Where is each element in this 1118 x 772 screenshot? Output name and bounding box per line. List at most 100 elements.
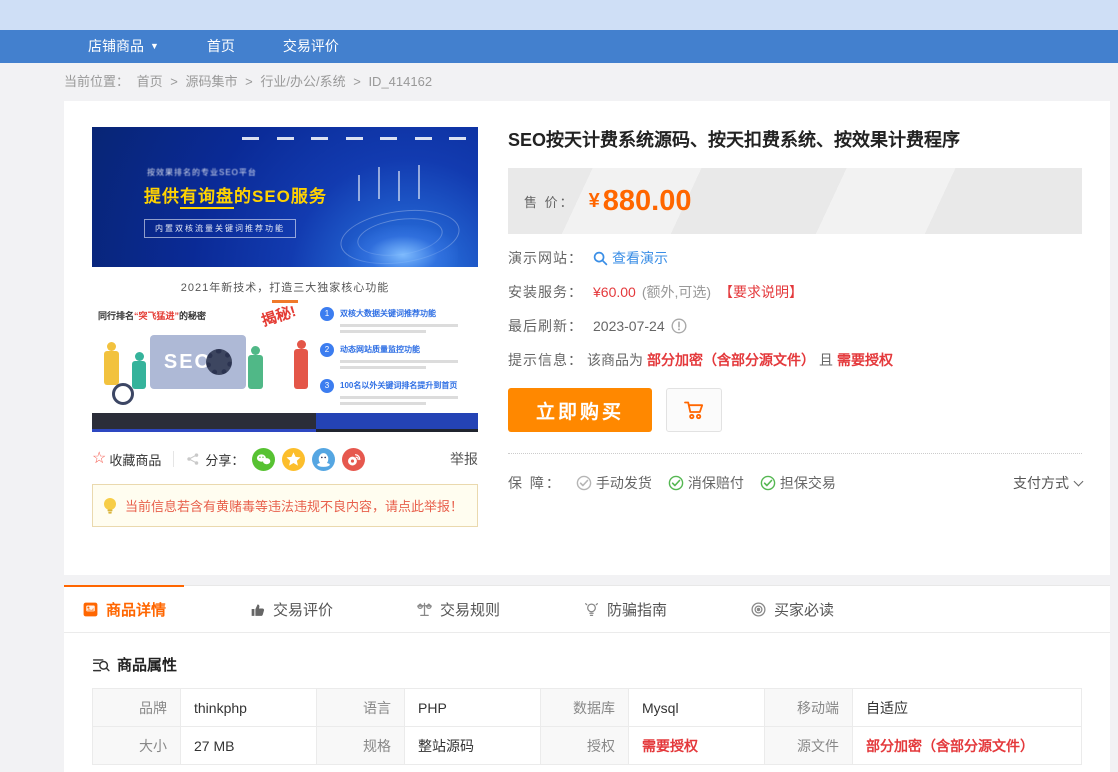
tab-trade-rules[interactable]: 交易规则: [398, 585, 518, 632]
wechat-share-icon[interactable]: [252, 448, 275, 471]
weibo-share-icon[interactable]: [342, 448, 365, 471]
banner-vertical-bar: [398, 171, 400, 201]
dotted-divider: [508, 453, 1082, 454]
attributes-table: 品牌 thinkphp 语言 PHP 数据库 Mysql 移动端 自适应 大小 …: [92, 688, 1082, 765]
guarantee-row: 保 障： 手动发货 消保赔付 担保交易 支付方式: [508, 473, 1082, 493]
table-row: 大小 27 MB 规格 整站源码 授权 需要授权 源文件 部分加密（含部分源文件…: [93, 727, 1082, 765]
product-image[interactable]: 按效果排名的专业SEO平台 提供有询盘的SEO服务 内置双核流量关键词推荐功能 …: [92, 127, 478, 432]
feature-number-badge: 1: [320, 307, 334, 321]
view-demo-link[interactable]: 查看演示: [593, 248, 668, 268]
breadcrumb-market[interactable]: 源码集市: [186, 74, 238, 89]
breadcrumb-separator: >: [353, 74, 361, 89]
banner-mini-nav: [242, 137, 466, 140]
banner-feature-list: 1 双核大数据关键词推荐功能 2 动态网站质量监控功能 3 100名以外关键词排…: [320, 307, 470, 415]
notice-authorization-badge: 需要授权: [837, 350, 893, 370]
price-label: 售 价：: [524, 192, 575, 211]
payment-methods-toggle[interactable]: 支付方式: [1013, 473, 1082, 493]
breadcrumb-category[interactable]: 行业/办公/系统: [260, 74, 345, 89]
breadcrumb-separator: >: [170, 74, 178, 89]
attr-label-mobile: 移动端: [765, 689, 853, 727]
magnifier-icon: [593, 251, 608, 266]
refresh-date: 2023-07-24: [593, 318, 665, 334]
favorite-button[interactable]: ☆ 收藏商品: [92, 450, 161, 469]
guarantee-consumer-protection: 消保赔付: [668, 473, 744, 493]
illustration-figure: [248, 355, 263, 389]
nav-item-shop-products[interactable]: 店铺商品 ▼: [64, 30, 183, 63]
tab-anti-fraud-guide[interactable]: 防骗指南: [565, 585, 685, 632]
feature-item: 2 动态网站质量监控功能: [320, 343, 470, 369]
attr-value-spec: 整站源码: [405, 727, 541, 765]
attributes-section-header: 商品属性: [92, 654, 1110, 675]
nav-item-reviews[interactable]: 交易评价: [259, 30, 363, 63]
favorite-label: 收藏商品: [109, 450, 161, 469]
breadcrumb-current-id: ID_414162: [368, 74, 432, 89]
banner-vertical-bar: [358, 175, 360, 201]
buy-now-button[interactable]: 立即购买: [508, 388, 652, 432]
info-tooltip-icon[interactable]: [671, 318, 687, 334]
product-media-column: 按效果排名的专业SEO平台 提供有询盘的SEO服务 内置双核流量关键词推荐功能 …: [92, 127, 478, 527]
add-to-cart-button[interactable]: [666, 388, 722, 432]
attr-label-authorization: 授权: [541, 727, 629, 765]
breadcrumb-separator: >: [245, 74, 253, 89]
banner-vertical-bar: [378, 167, 380, 199]
attr-value-size: 27 MB: [181, 727, 317, 765]
requirement-note-link[interactable]: 【要求说明】: [719, 282, 803, 302]
qq-share-icon[interactable]: [312, 448, 335, 471]
illustration-stamp: 揭秘!: [259, 300, 299, 331]
qzone-share-icon[interactable]: [282, 448, 305, 471]
feature-item: 3 100名以外关键词排名提升到首页: [320, 379, 470, 405]
nav-item-home[interactable]: 首页: [183, 30, 259, 63]
install-service-row: 安装服务： ¥60.00 (额外,可选) 【要求说明】: [508, 282, 1082, 302]
social-share-icons: [252, 448, 365, 471]
check-circle-green-icon: [760, 475, 776, 491]
attr-label-brand: 品牌: [93, 689, 181, 727]
banner-badge: 内置双核流量关键词推荐功能: [144, 219, 296, 238]
illustration-figure: [104, 351, 119, 385]
product-card: 按效果排名的专业SEO平台 提供有询盘的SEO服务 内置双核流量关键词推荐功能 …: [64, 101, 1110, 575]
report-link[interactable]: 举报: [450, 449, 478, 469]
attr-value-source-files: 部分加密（含部分源文件）: [853, 727, 1082, 765]
guarantee-label: 保 障：: [508, 473, 562, 493]
tab-product-details[interactable]: 商品详情: [64, 585, 184, 632]
feature-title: 双核大数据关键词推荐功能: [340, 307, 470, 321]
demo-label: 演示网站：: [508, 248, 583, 268]
chevron-down-icon: ▼: [150, 30, 159, 63]
cart-icon: [681, 398, 707, 422]
scale-icon: [416, 601, 433, 618]
attr-label-spec: 规格: [317, 727, 405, 765]
banner-vertical-bar: [418, 165, 420, 199]
feature-title: 100名以外关键词排名提升到首页: [340, 379, 470, 393]
banner-tagline: 按效果排名的专业SEO平台: [147, 167, 257, 178]
attr-value-database: Mysql: [629, 689, 765, 727]
product-image-footer-band: [92, 413, 478, 432]
attr-value-language: PHP: [405, 689, 541, 727]
tab-buyer-must-read[interactable]: 买家必读: [732, 585, 852, 632]
star-icon: ☆: [92, 451, 106, 467]
thumbs-up-icon: [249, 601, 266, 618]
illegal-content-report-banner[interactable]: 当前信息若含有黄赌毒等违法违规不良内容，请点此举报！: [92, 484, 478, 527]
share-label: 分享：: [186, 450, 244, 469]
attributes-section-title: 商品属性: [117, 654, 177, 675]
details-section: 商品详情 交易评价 交易规则 防骗指南 买家必读 商品属性 品: [64, 585, 1110, 772]
refresh-label: 最后刷新：: [508, 316, 583, 336]
breadcrumb-home[interactable]: 首页: [137, 74, 163, 89]
banner-headline-part: 的SEO服务: [234, 187, 327, 206]
main-nav: 店铺商品 ▼ 首页 交易评价: [0, 30, 1118, 63]
attr-label-source-files: 源文件: [765, 727, 853, 765]
guarantee-escrow-trade: 担保交易: [760, 473, 836, 493]
attr-label-database: 数据库: [541, 689, 629, 727]
nav-item-label: 交易评价: [283, 30, 339, 63]
install-label: 安装服务：: [508, 282, 583, 302]
nav-item-label: 店铺商品: [88, 30, 144, 63]
guarantee-manual-shipping: 手动发货: [576, 473, 652, 493]
share-icon: [186, 452, 200, 466]
warning-text: 当前信息若含有黄赌毒等违法违规不良内容，请点此举报！: [125, 496, 463, 515]
price-currency: ¥: [589, 190, 600, 213]
product-image-features-section: 2021年新技术，打造三大独家核心功能 同行排名“突飞猛进”的秘密 揭秘! SE…: [92, 267, 478, 413]
tab-trade-reviews[interactable]: 交易评价: [231, 585, 351, 632]
feature-number-badge: 2: [320, 343, 334, 357]
illustration-figure: [294, 349, 308, 389]
last-refresh-row: 最后刷新： 2023-07-24: [508, 316, 1082, 336]
install-price: ¥60.00: [593, 284, 636, 300]
breadcrumb: 当前位置： 首页 > 源码集市 > 行业/办公/系统 > ID_414162: [64, 63, 436, 101]
